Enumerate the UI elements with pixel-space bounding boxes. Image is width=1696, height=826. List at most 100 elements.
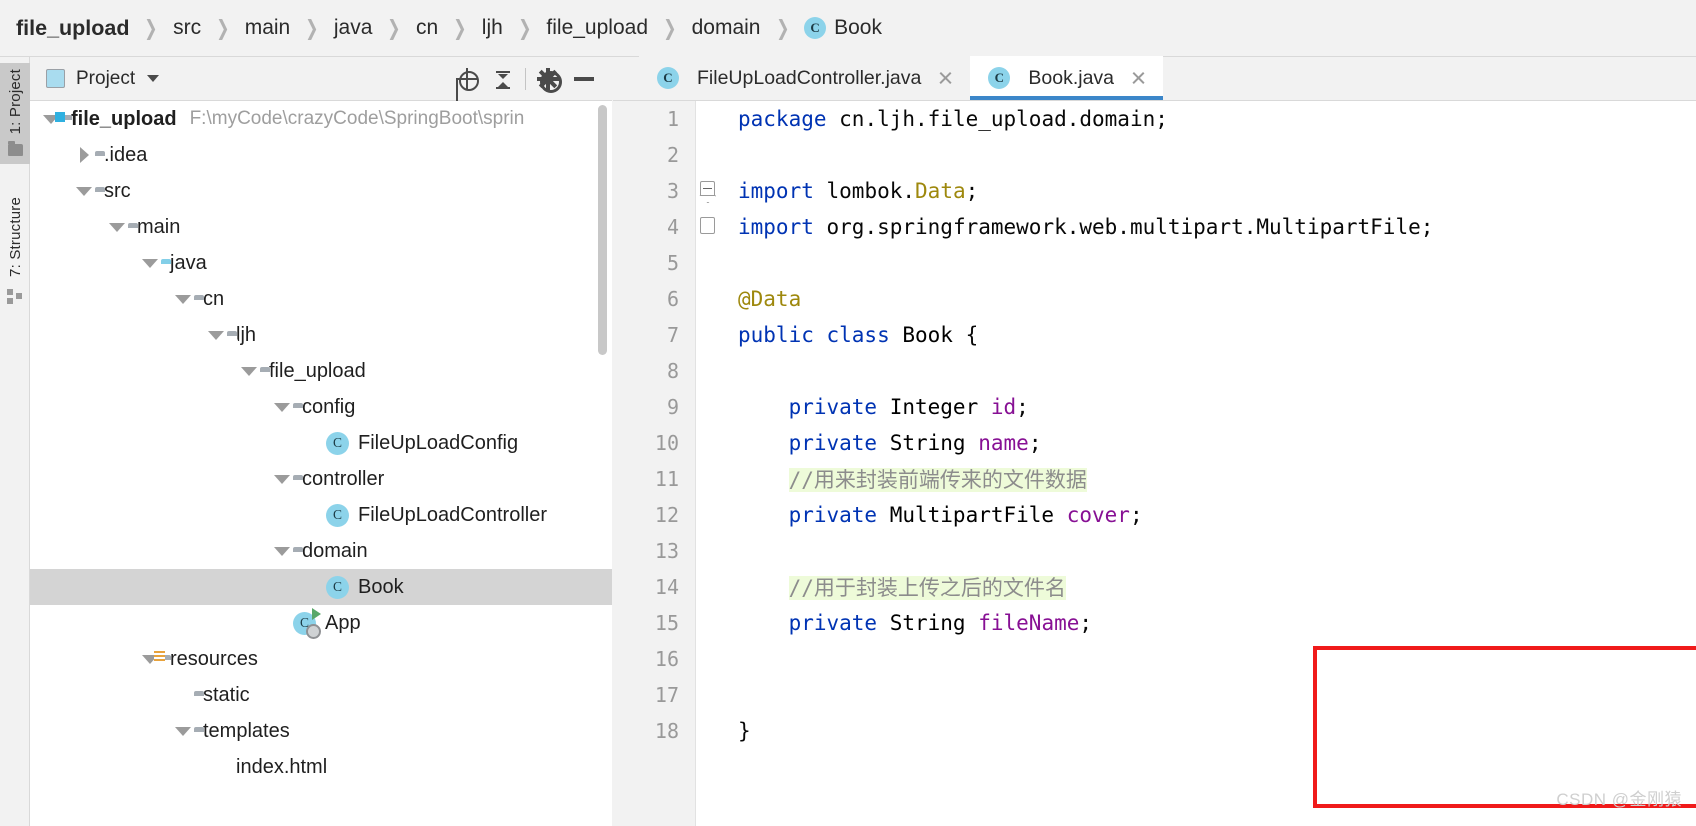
line-number: 8 [666,359,679,383]
breadcrumb-item-domain[interactable]: domain [692,16,761,40]
chevron-down-icon[interactable] [172,713,194,749]
tree-row[interactable]: config [30,389,612,425]
breadcrumb-item-label: main [244,16,291,39]
collapse-all-icon[interactable] [485,61,521,97]
close-icon[interactable] [937,70,954,87]
close-icon[interactable] [1130,70,1147,87]
minimize-icon[interactable] [566,61,602,97]
tool-tab-7-structure[interactable]: 7: Structure [0,191,30,305]
chevron-down-icon[interactable] [271,533,293,569]
code-token: cn.ljh.file_upload.domain; [839,107,1168,131]
editor-tab-label: Book.java [1028,66,1115,89]
breadcrumb-item-ljh[interactable]: ljh [482,16,503,40]
breadcrumb-separator: ❯ [387,16,401,40]
chevron-down-icon[interactable] [205,317,227,353]
tree-node-label: FileUpLoadConfig [358,431,519,454]
tree-row[interactable]: resources [30,641,612,677]
fold-marker-icon[interactable] [679,209,720,245]
editor-tab-fileuploadcontroller-java[interactable]: C FileUpLoadController.java [639,56,971,100]
code-text: private Integer id; [720,395,1696,419]
code-lines: 1 package cn.ljh.file_upload.domain; 2 3 imp… [613,101,1696,826]
tree-row[interactable]: ljh [30,317,612,353]
chevron-down-icon[interactable] [139,245,161,281]
code-line: 17 [613,677,1696,713]
line-number: 15 [654,611,679,635]
tree-row[interactable]: index.html [30,749,612,785]
tree-node-label: Book [358,575,404,598]
tree-node-label: file_upload [269,359,366,382]
tool-tab-1-project[interactable]: 1: Project [0,63,30,165]
code-text: package cn.ljh.file_upload.domain; [720,107,1696,131]
tree-node-label: java [170,251,207,274]
breadcrumb-item-file-upload[interactable]: file_upload [546,16,648,40]
locate-icon[interactable] [449,61,485,97]
tree-row[interactable]: C Book [30,569,612,605]
breadcrumb-separator: ❯ [453,16,467,40]
tool-tab-label: 1: Project [6,69,24,135]
breadcrumb-item-java[interactable]: java [334,16,373,40]
tree-row[interactable]: controller [30,461,612,497]
tree-row[interactable]: java [30,245,612,281]
code-token: org.springframework.web.multipart.Multip… [826,215,1434,239]
breadcrumb-separator: ❯ [216,16,230,40]
gear-icon[interactable] [530,61,566,97]
code-token: private [738,503,890,527]
code-token: String [889,431,979,455]
code-token: @Data [738,287,802,311]
tree-row[interactable]: C App [30,605,612,641]
breadcrumb-item-main[interactable]: main [245,16,291,40]
breadcrumb-item-src[interactable]: src [173,16,201,40]
chevron-right-icon[interactable] [73,137,95,173]
tree-row[interactable]: static [30,677,612,713]
code-token: ; [1129,503,1143,527]
tabbar-spacer [613,56,639,100]
tree-row[interactable]: C FileUpLoadConfig [30,425,612,461]
code-line: 13 [613,533,1696,569]
code-token: cover [1066,503,1130,527]
breadcrumb-item-cn[interactable]: cn [416,16,438,40]
chevron-down-icon[interactable] [147,75,160,82]
left-tool-strip: 1: Project 7: Structure [0,57,30,826]
line-number: 3 [666,179,679,203]
project-tree-scrollbar[interactable] [598,105,607,355]
editor-area: C FileUpLoadController.java C Book.java 1 pa… [613,56,1696,826]
tree-row[interactable]: file_upload F:\myCode\crazyCode\SpringBoo… [30,101,612,137]
chevron-down-icon[interactable] [271,461,293,497]
chevron-down-icon[interactable] [106,209,128,245]
chevron-down-icon[interactable] [73,173,95,209]
code-token: //用于封装上传之后的文件名 [788,576,1066,600]
tree-node-label: domain [302,539,368,562]
tree-row[interactable]: cn [30,281,612,317]
tree-row[interactable]: file_upload [30,353,612,389]
tree-row[interactable]: templates [30,713,612,749]
breadcrumb-item-book[interactable]: C Book [804,16,882,40]
chevron-down-icon[interactable] [271,389,293,425]
breadcrumb-item-file-upload[interactable]: file_upload [16,16,129,41]
code-token: package [738,107,840,131]
fold-marker-icon[interactable] [679,173,720,209]
chevron-down-icon[interactable] [238,353,260,389]
tree-row[interactable]: .idea [30,137,612,173]
line-number: 6 [666,287,679,311]
breadcrumb: file_upload ❯ src ❯ main ❯ java ❯ cn ❯ ljh ❯ file_up… [0,0,1696,57]
code-token: private [738,611,890,635]
editor-tab-book-java[interactable]: C Book.java [970,56,1164,100]
chevron-down-icon[interactable] [172,281,194,317]
tree-row[interactable]: src [30,173,612,209]
line-number: 10 [654,431,679,455]
code-token: fileName [978,611,1080,635]
tree-row[interactable]: domain [30,533,612,569]
tree-row[interactable]: C FileUpLoadController [30,497,612,533]
tree-row[interactable]: main [30,209,612,245]
project-panel: Project file_upload F:\myCode\crazyCode\S… [30,57,612,826]
code-editor[interactable]: 1 package cn.ljh.file_upload.domain; 2 3 imp… [613,101,1696,826]
